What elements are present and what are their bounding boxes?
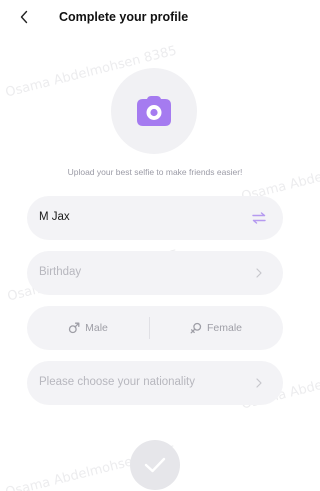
male-symbol-icon [68, 322, 80, 334]
swap-arrows-icon[interactable] [251, 210, 267, 226]
checkmark-icon [144, 457, 166, 473]
birthday-placeholder: Birthday [39, 266, 82, 278]
page-title: Complete your profile [59, 10, 189, 24]
name-value: M Jax [39, 211, 70, 223]
nationality-field[interactable]: Please choose your nationality [27, 361, 283, 405]
gender-female-label: Female [206, 322, 242, 334]
nationality-placeholder: Please choose your nationality [39, 376, 195, 388]
name-field[interactable]: M Jax [27, 196, 283, 240]
birthday-field[interactable]: Birthday [27, 251, 283, 295]
gender-male-option[interactable]: Male [27, 306, 149, 350]
chevron-left-icon [20, 10, 28, 24]
gender-male-label: Male [85, 322, 108, 334]
gender-selector: Male Female [27, 306, 283, 350]
submit-button[interactable] [130, 440, 180, 490]
back-button[interactable] [14, 7, 34, 27]
gender-female-option[interactable]: Female [149, 306, 283, 350]
camera-icon [137, 96, 171, 126]
avatar-upload-button[interactable] [111, 68, 197, 154]
chevron-right-icon [251, 375, 267, 391]
chevron-right-icon [251, 265, 267, 281]
upload-hint-text: Upload your best selfie to make friends … [67, 167, 243, 177]
header: Complete your profile [0, 0, 285, 34]
female-symbol-icon [190, 322, 202, 334]
